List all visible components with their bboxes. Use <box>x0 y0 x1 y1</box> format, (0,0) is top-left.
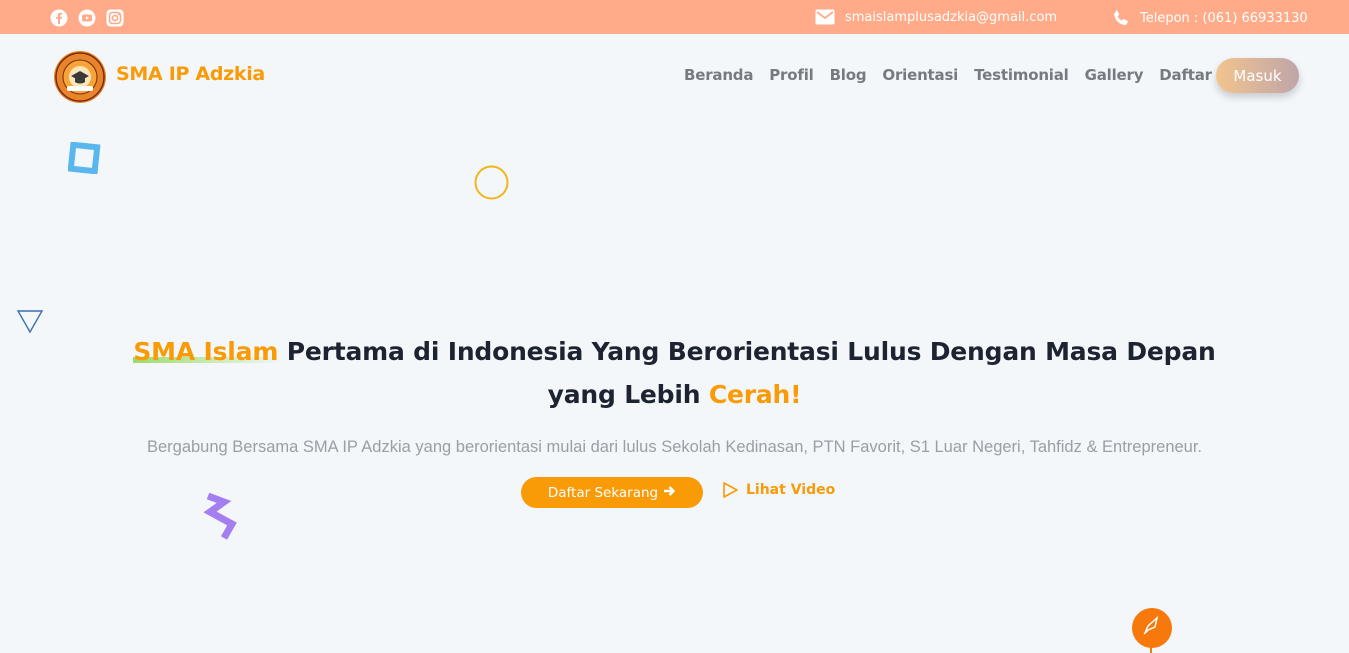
nav-item-profil[interactable]: Profil <box>769 66 814 84</box>
zigzag-decoration-icon <box>203 492 237 540</box>
nav-item-testimonial[interactable]: Testimonial <box>974 66 1069 84</box>
phone-text: Telepon : (061) 66933130 <box>1140 10 1308 26</box>
mail-icon <box>815 9 835 25</box>
instagram-icon[interactable] <box>106 9 124 27</box>
nav-item-daftar[interactable]: Daftar <box>1159 66 1212 84</box>
watch-video-label: Lihat Video <box>746 482 836 498</box>
hero-title-highlight-2: Cerah! <box>708 380 802 409</box>
rocket-icon <box>1141 615 1163 641</box>
phone-icon <box>1112 9 1130 27</box>
hero-subtitle: Bergabung Bersama SMA IP Adzkia yang ber… <box>146 438 1203 456</box>
top-bar: smaislamplusadzkia@gmail.com Telepon : (… <box>0 0 1349 34</box>
watch-video-link[interactable]: Lihat Video <box>721 481 835 499</box>
email-text: smaislamplusadzkia@gmail.com <box>845 9 1058 25</box>
youtube-icon[interactable] <box>78 9 96 27</box>
brand-name[interactable]: SMA IP Adzkia <box>116 63 265 85</box>
contact-phone[interactable]: Telepon : (061) 66933130 <box>1112 9 1308 27</box>
facebook-icon[interactable] <box>50 9 68 27</box>
nav-item-blog[interactable]: Blog <box>830 66 867 84</box>
register-now-label: Daftar Sekarang <box>547 484 659 501</box>
register-now-button[interactable]: Daftar Sekarang <box>521 477 703 508</box>
nav-item-orientasi[interactable]: Orientasi <box>882 66 958 84</box>
arrow-right-icon <box>663 485 676 501</box>
main-nav: Beranda Profil Blog Orientasi Testimonia… <box>684 66 1228 84</box>
circle-decoration-icon <box>474 165 509 200</box>
triangle-decoration-icon <box>16 310 44 334</box>
floating-action-button[interactable] <box>1132 608 1172 648</box>
contact-email[interactable]: smaislamplusadzkia@gmail.com <box>815 9 1057 25</box>
social-links <box>50 9 134 27</box>
floating-button-stem <box>1150 646 1152 653</box>
hero-title-highlight-1: SMA Islam <box>133 337 279 366</box>
nav-item-gallery[interactable]: Gallery <box>1085 66 1144 84</box>
hero-title: SMA Islam Pertama di Indonesia Yang Bero… <box>100 330 1249 416</box>
square-decoration-icon <box>68 142 101 174</box>
nav-item-beranda[interactable]: Beranda <box>684 66 753 84</box>
login-button[interactable]: Masuk <box>1216 58 1299 93</box>
school-logo[interactable] <box>53 50 107 104</box>
play-icon <box>721 481 739 499</box>
